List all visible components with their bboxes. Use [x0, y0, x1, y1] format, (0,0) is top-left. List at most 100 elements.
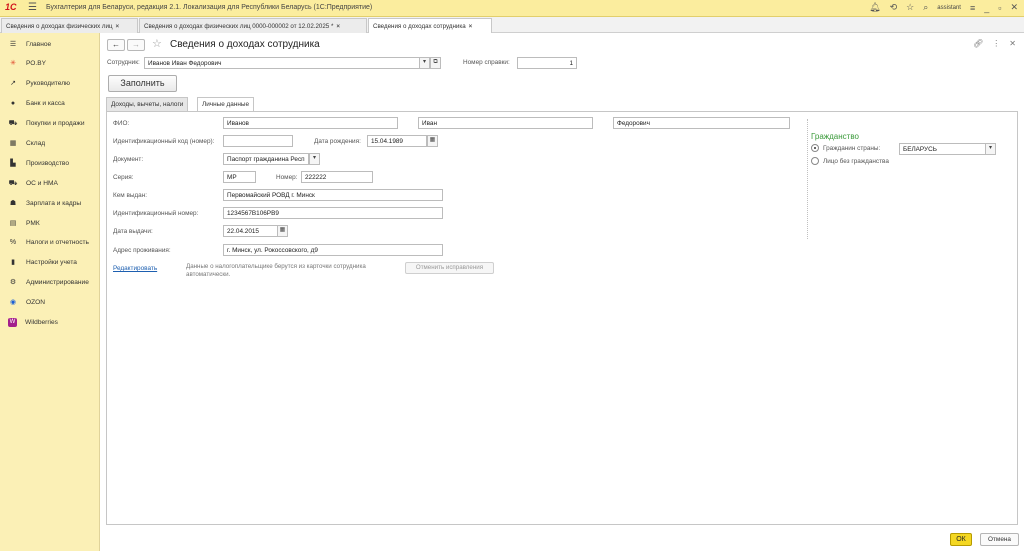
window-tab-employee-income[interactable]: Сведения о доходах сотрудника ×: [368, 18, 492, 34]
sidebar-item-admin[interactable]: ⚙ Администрирование: [0, 273, 100, 291]
sidebar-item-rmk[interactable]: ▤ РМК: [0, 214, 100, 232]
sidebar-item-label: Администрирование: [26, 278, 89, 286]
page-title: Сведения о доходах сотрудника: [170, 39, 320, 50]
sidebar-item-label: Настройки учета: [26, 258, 77, 266]
more-actions-icon[interactable]: ⋮: [992, 39, 1000, 48]
notifications-bell-icon[interactable]: 🔔︎: [869, 2, 880, 13]
window-tab-income-doc[interactable]: Сведения о доходах физических лиц 0000-0…: [139, 18, 367, 33]
close-tab-icon[interactable]: ×: [469, 23, 473, 30]
country-dropdown-button[interactable]: ▾: [985, 143, 996, 155]
back-button[interactable]: ←: [107, 39, 125, 51]
sidebar-item-label: OZON: [26, 298, 46, 306]
document-dropdown-button[interactable]: ▾: [309, 153, 320, 165]
issue-date-field[interactable]: 22.04.2015: [223, 225, 278, 237]
book-icon: ▮: [11, 259, 15, 266]
minimize-icon[interactable]: _: [984, 3, 989, 13]
ident-number-field[interactable]: 1234567В106РВ9: [223, 207, 443, 219]
cert-number-label: Номер справки:: [463, 59, 510, 66]
sidebar-item-label: Зарплата и кадры: [26, 199, 82, 207]
sidebar-item-production[interactable]: ▙ Производство: [0, 154, 100, 172]
edit-link[interactable]: Редактировать: [113, 265, 157, 272]
window-tab-income-list[interactable]: Сведения о доходах физических лиц ×: [1, 18, 138, 33]
section-separator: [807, 119, 808, 239]
settings-sliders-icon[interactable]: ≡: [970, 3, 975, 13]
last-name-field[interactable]: Иванов: [223, 117, 398, 129]
document-field[interactable]: Паспорт гражданина Респ: [223, 153, 309, 165]
history-icon[interactable]: ⟲: [890, 2, 898, 13]
restore-icon[interactable]: ▫: [998, 3, 1001, 13]
sidebar-item-purchases[interactable]: ⛟ Покупки и продажи: [0, 114, 100, 132]
forward-button[interactable]: →: [127, 39, 145, 51]
stateless-label: Лицо без гражданства: [823, 158, 889, 165]
auto-data-note: Данные о налогоплательщике берутся из ка…: [186, 263, 366, 278]
link-icon[interactable]: 🔗︎: [973, 39, 983, 48]
series-field[interactable]: MP: [223, 171, 256, 183]
stateless-radio[interactable]: [811, 157, 819, 165]
issued-by-field[interactable]: Первомайский РОВД г. Минск: [223, 189, 443, 201]
sidebar-item-label: Производство: [26, 159, 69, 167]
sidebar-item-label: ОС и НМА: [26, 179, 58, 187]
window-tab-label: Сведения о доходах физических лиц 0000-0…: [144, 23, 334, 30]
app-title: Бухгалтерия для Беларуси, редакция 2.1. …: [46, 4, 373, 11]
sidebar-item-label: РО.BY: [26, 59, 47, 67]
issue-date-label: Дата выдачи:: [113, 228, 153, 235]
cert-number-field[interactable]: 1: [517, 57, 577, 69]
close-tab-icon[interactable]: ×: [336, 23, 340, 30]
calendar-icon[interactable]: ▦: [427, 135, 438, 147]
birth-date-field[interactable]: 15.04.1989: [367, 135, 427, 147]
sidebar-item-main[interactable]: ☰ Главное: [0, 35, 100, 53]
open-windows-tabbar: Сведения о доходах физических лиц × Сведе…: [0, 17, 1024, 34]
favorite-star-icon[interactable]: ☆: [152, 37, 162, 50]
sidebar-item-fixed-assets[interactable]: ⛟ ОС и НМА: [0, 174, 100, 192]
citizen-label: Гражданин страны:: [823, 145, 881, 152]
title-bar: 1С ☰ Бухгалтерия для Беларуси, редакция …: [0, 0, 1024, 17]
country-field[interactable]: БЕЛАРУСЬ: [899, 143, 986, 155]
user-name[interactable]: assistant: [937, 5, 961, 11]
sidebar-item-bank[interactable]: ● Банк и касса: [0, 94, 100, 112]
sidebar-item-manager[interactable]: ↗ Руководителю: [0, 74, 100, 92]
sidebar-item-ozon[interactable]: ◉ OZON: [0, 293, 100, 311]
employee-dropdown-button[interactable]: ▾: [419, 57, 430, 69]
cancel-button[interactable]: Отмена: [980, 533, 1019, 546]
fill-button[interactable]: Заполнить: [108, 75, 177, 92]
ok-button[interactable]: ОК: [950, 533, 972, 546]
sidebar-item-label: Банк и касса: [26, 99, 65, 107]
close-tab-icon[interactable]: ×: [116, 23, 120, 30]
favorites-star-icon[interactable]: ☆: [906, 2, 914, 13]
middle-name-field[interactable]: Федорович: [613, 117, 790, 129]
sidebar-item-wildberries[interactable]: W Wildberries: [0, 313, 100, 331]
coin-icon: ●: [10, 99, 16, 107]
sidebar-item-payroll[interactable]: ☗ Зарплата и кадры: [0, 194, 100, 212]
warehouse-icon: ▦: [9, 140, 17, 147]
employee-field[interactable]: Иванов Иван Федорович: [144, 57, 420, 69]
factory-icon: ▙: [10, 160, 16, 167]
citizen-radio[interactable]: [811, 144, 819, 152]
close-form-icon[interactable]: ✕: [1009, 39, 1016, 48]
close-window-icon[interactable]: ✕: [1010, 2, 1018, 13]
cart-icon: ⛟: [8, 119, 18, 127]
number-field[interactable]: 222222: [301, 171, 373, 183]
employee-open-button[interactable]: ⧉: [430, 57, 441, 69]
sidebar-item-settings[interactable]: ▮ Настройки учета: [0, 253, 100, 271]
form-area: ← → ☆ Сведения о доходах сотрудника 🔗︎ ⋮…: [101, 33, 1024, 551]
revert-changes-button[interactable]: Отменить исправления: [405, 262, 494, 274]
calendar-icon[interactable]: ▦: [277, 225, 288, 237]
citizenship-title: Гражданство: [811, 132, 859, 141]
series-label: Серия:: [113, 174, 134, 181]
fio-label: ФИО:: [113, 120, 130, 127]
sidebar-item-label: РМК: [26, 219, 40, 227]
sidebar-item-label: Главное: [26, 40, 52, 48]
form-header-icons: 🔗︎ ⋮ ✕: [973, 39, 1016, 48]
wildberries-icon: W: [8, 317, 17, 327]
tab-income-deductions[interactable]: Доходы, вычеты, налоги: [106, 97, 189, 111]
window-tab-label: Сведения о доходах сотрудника: [373, 23, 466, 30]
sidebar-item-ro-by[interactable]: ✳ РО.BY: [0, 54, 100, 72]
id-code-field[interactable]: [223, 135, 293, 147]
sidebar-item-taxes[interactable]: % Налоги и отчетность: [0, 233, 100, 251]
first-name-field[interactable]: Иван: [418, 117, 593, 129]
sidebar-item-warehouse[interactable]: ▦ Склад: [0, 134, 100, 152]
tab-personal-data[interactable]: Личные данные: [197, 97, 255, 112]
address-field[interactable]: г. Минск, ул. Рокоссовского, д9: [223, 244, 443, 256]
search-icon[interactable]: ⌕: [923, 2, 928, 13]
main-menu-icon[interactable]: ☰: [28, 2, 37, 13]
